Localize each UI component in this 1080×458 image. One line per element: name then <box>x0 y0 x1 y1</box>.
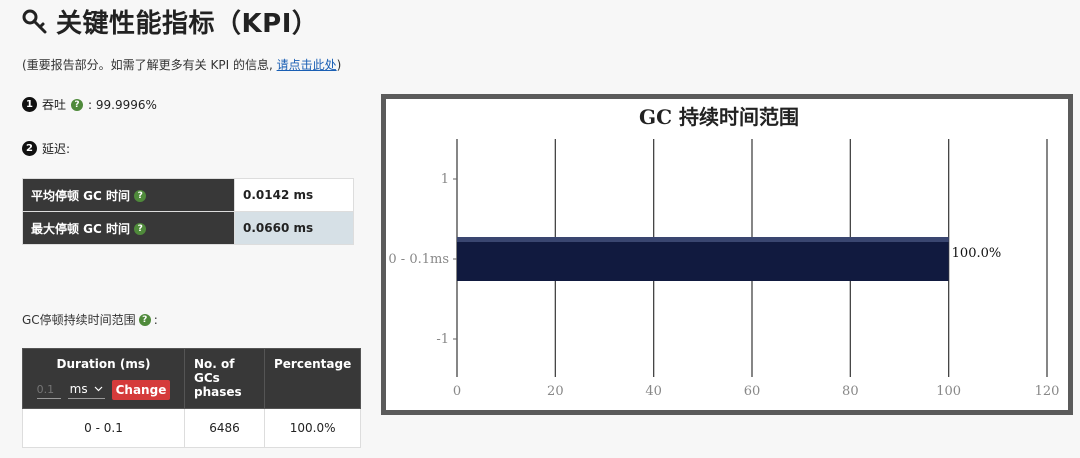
duration-range-cell: 0 - 0.1 <box>22 408 185 448</box>
x-tick-label: 40 <box>645 384 662 399</box>
page-header: 关键性能指标（KPI） <box>22 4 319 39</box>
table-row: 0 - 0.1 6486 100.0% <box>22 408 362 448</box>
data-label: 100.0% <box>952 246 1002 261</box>
latency-max-value: 0.0660 ms <box>234 211 354 245</box>
y-tick-label: 1 <box>441 172 449 187</box>
x-tick-label: 60 <box>744 384 761 399</box>
x-tick-label: 120 <box>1035 384 1060 399</box>
throughput-metric: 1 吞吐 ? : 99.9996% <box>22 96 157 113</box>
gc-duration-chart: 0 20 40 60 80 100 120 1 0 - 0.1ms -1 100.0% GC 持续时间… <box>381 94 1073 415</box>
intro-text: (重要报告部分。如需了解更多有关 KPI 的信息, 请点击此处) <box>22 56 341 73</box>
x-tick-label: 20 <box>547 384 564 399</box>
intro-suffix: ) <box>336 58 342 72</box>
unit-select-value: ms <box>69 381 88 396</box>
latency-avg-label: 平均停顿 GC 时间 ? <box>22 178 235 212</box>
duration-table-header: Duration (ms) ms Change No. of GCs phase… <box>22 348 362 409</box>
throughput-number-badge: 1 <box>22 97 37 112</box>
duration-column-header: Duration (ms) ms Change <box>22 348 185 409</box>
duration-table: Duration (ms) ms Change No. of GCs phase… <box>22 348 362 448</box>
latency-heading: 2 延迟: <box>22 140 70 157</box>
latency-row-avg: 平均停顿 GC 时间 ? 0.0142 ms <box>22 178 354 212</box>
pause-range-label: GC停顿持续时间范围 ? : <box>22 311 158 328</box>
count-cell: 6486 <box>184 408 265 448</box>
y-tick-label: -1 <box>436 332 449 347</box>
latency-avg-value: 0.0142 ms <box>234 178 354 212</box>
throughput-value: : 99.9996% <box>88 97 157 112</box>
duration-header-label: Duration (ms) <box>56 357 151 371</box>
latency-number-badge: 2 <box>22 141 37 156</box>
throughput-label: 吞吐 <box>42 98 67 112</box>
pause-range-text: GC停顿持续时间范围 <box>22 313 136 327</box>
x-tick-label: 0 <box>453 384 461 399</box>
chevron-down-icon <box>94 386 103 391</box>
intro-prefix: (重要报告部分。如需了解更多有关 KPI 的信息, <box>22 58 277 72</box>
help-icon[interactable]: ? <box>134 223 147 235</box>
duration-controls: ms Change <box>32 380 175 400</box>
page-title: 关键性能指标（KPI） <box>56 8 319 39</box>
percentage-cell: 100.0% <box>263 408 362 448</box>
pause-range-colon: : <box>153 312 158 327</box>
chart-svg: 0 20 40 60 80 100 120 1 0 - 0.1ms -1 100.0% GC 持续时间… <box>388 105 1060 399</box>
latency-row-max: 最大停顿 GC 时间 ? 0.0660 ms <box>22 211 354 245</box>
duration-input[interactable] <box>36 381 61 399</box>
count-column-header: No. of GCs phases <box>184 348 265 409</box>
help-icon[interactable]: ? <box>71 98 84 111</box>
bar <box>457 237 949 281</box>
change-button[interactable]: Change <box>111 380 171 400</box>
latency-label: 延迟: <box>42 142 71 156</box>
unit-select[interactable]: ms <box>67 381 105 399</box>
key-icon <box>22 9 47 34</box>
help-icon[interactable]: ? <box>138 313 151 326</box>
percentage-column-header: Percentage <box>263 348 362 409</box>
y-tick-label: 0 - 0.1ms <box>388 252 449 267</box>
help-icon[interactable]: ? <box>134 190 147 202</box>
latency-max-label: 最大停顿 GC 时间 ? <box>22 211 235 245</box>
kpi-info-link[interactable]: 请点击此处 <box>277 58 337 72</box>
chart-title: GC 持续时间范围 <box>639 105 799 129</box>
x-tick-label: 80 <box>842 384 859 399</box>
latency-table: 平均停顿 GC 时间 ? 0.0142 ms 最大停顿 GC 时间 ? 0.06… <box>22 178 354 245</box>
bar-highlight <box>457 237 949 242</box>
x-tick-label: 100 <box>936 384 961 399</box>
